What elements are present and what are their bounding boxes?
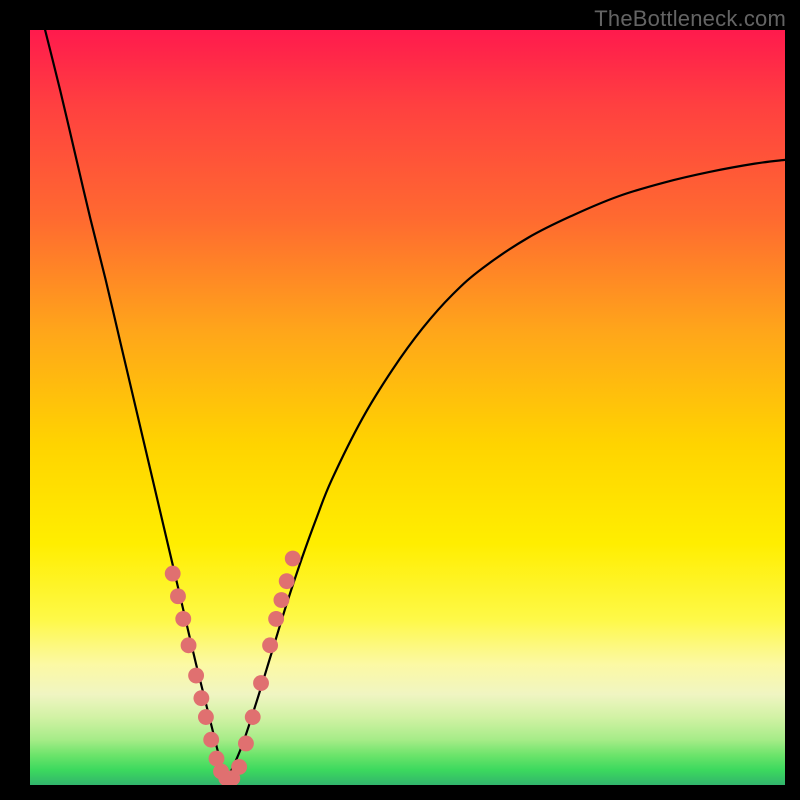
chart-frame: TheBottleneck.com — [0, 0, 800, 800]
curve-layer — [30, 30, 785, 785]
marker-dot — [273, 592, 289, 608]
marker-dot — [188, 668, 204, 684]
marker-dot — [181, 637, 197, 653]
marker-dot — [170, 588, 186, 604]
marker-dot — [279, 573, 295, 589]
right-ascending-curve — [226, 160, 785, 781]
marker-dot — [193, 690, 209, 706]
watermark-text: TheBottleneck.com — [594, 6, 786, 32]
marker-dot — [198, 709, 214, 725]
marker-dot — [238, 736, 254, 752]
marker-dot — [175, 611, 191, 627]
plot-area — [30, 30, 785, 785]
right-curve — [226, 160, 785, 781]
marker-dot — [268, 611, 284, 627]
marker-dot — [253, 675, 269, 691]
marker-dot — [203, 732, 219, 748]
marker-dot — [231, 759, 247, 775]
marker-dot — [262, 637, 278, 653]
marker-dot — [285, 551, 301, 567]
marker-dot — [165, 566, 181, 582]
marker-dots — [165, 551, 301, 785]
marker-dot — [245, 709, 261, 725]
